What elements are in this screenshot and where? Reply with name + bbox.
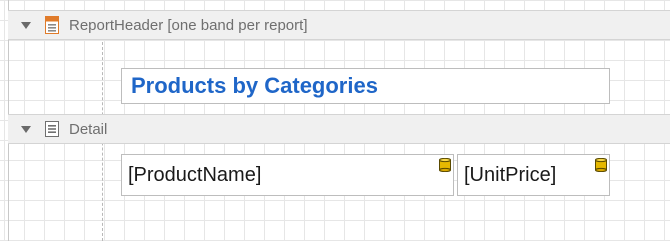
database-field-icon [595,158,607,172]
collapse-arrow-icon[interactable] [21,125,31,133]
product-name-field-text: [ProductName] [128,163,262,186]
report-header-band[interactable]: ReportHeader [one band per report] [8,10,670,40]
unit-price-field-text: [UnitPrice] [464,163,557,186]
report-header-band-icon [44,16,60,34]
detail-band-label: Detail [69,120,108,138]
product-name-field[interactable]: [ProductName] [121,154,454,196]
report-designer-surface[interactable]: ReportHeader [one band per report] Produ… [0,0,670,241]
detail-band[interactable]: Detail [8,114,670,144]
unit-price-field[interactable]: [UnitPrice] [457,154,610,196]
report-header-band-label: ReportHeader [one band per report] [69,16,308,34]
report-title-label[interactable]: Products by Categories [121,68,610,104]
detail-band-icon [44,120,60,138]
database-field-icon [439,158,451,172]
collapse-arrow-icon[interactable] [21,21,31,29]
